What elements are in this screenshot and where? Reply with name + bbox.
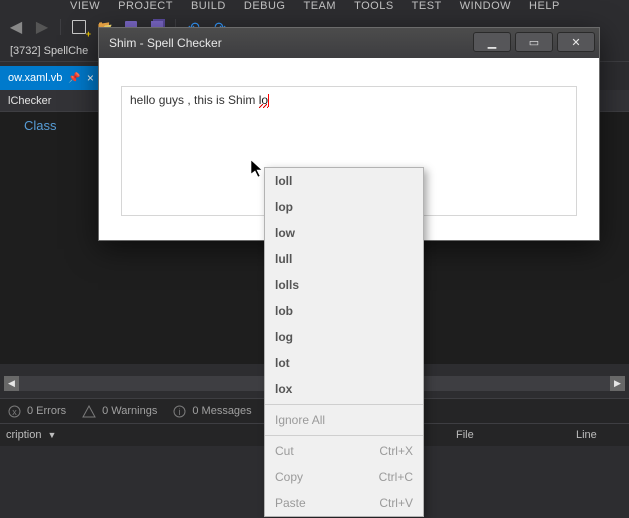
warnings-pill[interactable]: 0 Warnings	[82, 405, 157, 418]
messages-count: 0 Messages	[192, 405, 251, 417]
error-icon: x	[8, 405, 21, 418]
svg-text:i: i	[179, 407, 181, 417]
menu-separator	[265, 404, 423, 405]
nav-namespace[interactable]: lChecker	[0, 90, 59, 111]
window-title: Shim - Spell Checker	[109, 36, 222, 50]
messages-pill[interactable]: i 0 Messages	[173, 405, 251, 418]
keyword-class: Class	[24, 118, 57, 133]
info-icon: i	[173, 405, 186, 418]
suggestion-item[interactable]: low	[265, 220, 423, 246]
scroll-right-icon[interactable]: ▶	[610, 376, 625, 391]
paste-label: Paste	[275, 496, 306, 510]
svg-text:x: x	[12, 407, 17, 417]
window-titlebar[interactable]: Shim - Spell Checker	[99, 28, 599, 58]
menu-build[interactable]: BUILD	[191, 0, 226, 12]
errors-pill[interactable]: x 0 Errors	[8, 405, 66, 418]
process-label: [3732] SpellChe	[10, 45, 88, 57]
typed-text: hello guys , this is Shim	[130, 93, 259, 107]
pin-icon[interactable]: 📌	[68, 73, 80, 84]
document-tab-label: ow.xaml.vb	[8, 72, 62, 84]
suggestion-item[interactable]: lull	[265, 246, 423, 272]
misspelled-word: lo	[259, 93, 268, 110]
suggestion-item[interactable]: lolls	[265, 272, 423, 298]
cut-shortcut: Ctrl+X	[379, 444, 413, 458]
menu-separator	[265, 435, 423, 436]
suggestion-item[interactable]: lox	[265, 376, 423, 402]
menu-debug[interactable]: DEBUG	[244, 0, 286, 12]
col-line[interactable]: Line	[576, 429, 597, 441]
col-description-label: cription	[6, 429, 41, 441]
menu-view[interactable]: VIEW	[70, 0, 100, 12]
menu-help[interactable]: HELP	[529, 0, 560, 12]
menu-window[interactable]: WINDOW	[460, 0, 511, 12]
menu-project[interactable]: PROJECT	[118, 0, 173, 12]
copy-label: Copy	[275, 470, 303, 484]
spell-context-menu: loll lop low lull lolls lob log lot lox …	[264, 167, 424, 517]
menu-tools[interactable]: TOOLS	[354, 0, 394, 12]
toolbar-separator	[60, 19, 61, 35]
errors-count: 0 Errors	[27, 405, 66, 417]
suggestion-item[interactable]: loll	[265, 168, 423, 194]
window-controls	[473, 28, 599, 58]
menu-test[interactable]: TEST	[412, 0, 442, 12]
minimize-button[interactable]	[473, 32, 511, 52]
paste-shortcut: Ctrl+V	[379, 496, 413, 510]
paste-item[interactable]: Paste Ctrl+V	[265, 490, 423, 516]
scroll-left-icon[interactable]: ◀	[4, 376, 19, 391]
nav-fwd-icon[interactable]: ▶	[32, 17, 52, 37]
warnings-count: 0 Warnings	[102, 405, 157, 417]
close-button[interactable]	[557, 32, 595, 52]
cut-label: Cut	[275, 444, 294, 458]
suggestion-item[interactable]: lob	[265, 298, 423, 324]
menu-team[interactable]: TEAM	[304, 0, 337, 12]
cut-item[interactable]: Cut Ctrl+X	[265, 438, 423, 464]
warning-icon	[82, 405, 96, 418]
copy-shortcut: Ctrl+C	[379, 470, 413, 484]
maximize-button[interactable]	[515, 32, 553, 52]
sort-desc-icon: ▼	[47, 430, 56, 440]
suggestion-item[interactable]: lot	[265, 350, 423, 376]
new-file-icon[interactable]	[69, 17, 89, 37]
suggestion-item[interactable]: log	[265, 324, 423, 350]
document-tab-active[interactable]: ow.xaml.vb 📌 ×	[0, 66, 100, 90]
ignore-all-item[interactable]: Ignore All	[265, 407, 423, 433]
text-caret	[268, 94, 269, 107]
nav-back-icon[interactable]: ◀	[6, 17, 26, 37]
col-file[interactable]: File	[456, 429, 556, 441]
copy-item[interactable]: Copy Ctrl+C	[265, 464, 423, 490]
ide-menu: VIEW PROJECT BUILD DEBUG TEAM TOOLS TEST…	[0, 0, 629, 14]
suggestion-item[interactable]: lop	[265, 194, 423, 220]
close-tab-icon[interactable]: ×	[87, 71, 94, 85]
